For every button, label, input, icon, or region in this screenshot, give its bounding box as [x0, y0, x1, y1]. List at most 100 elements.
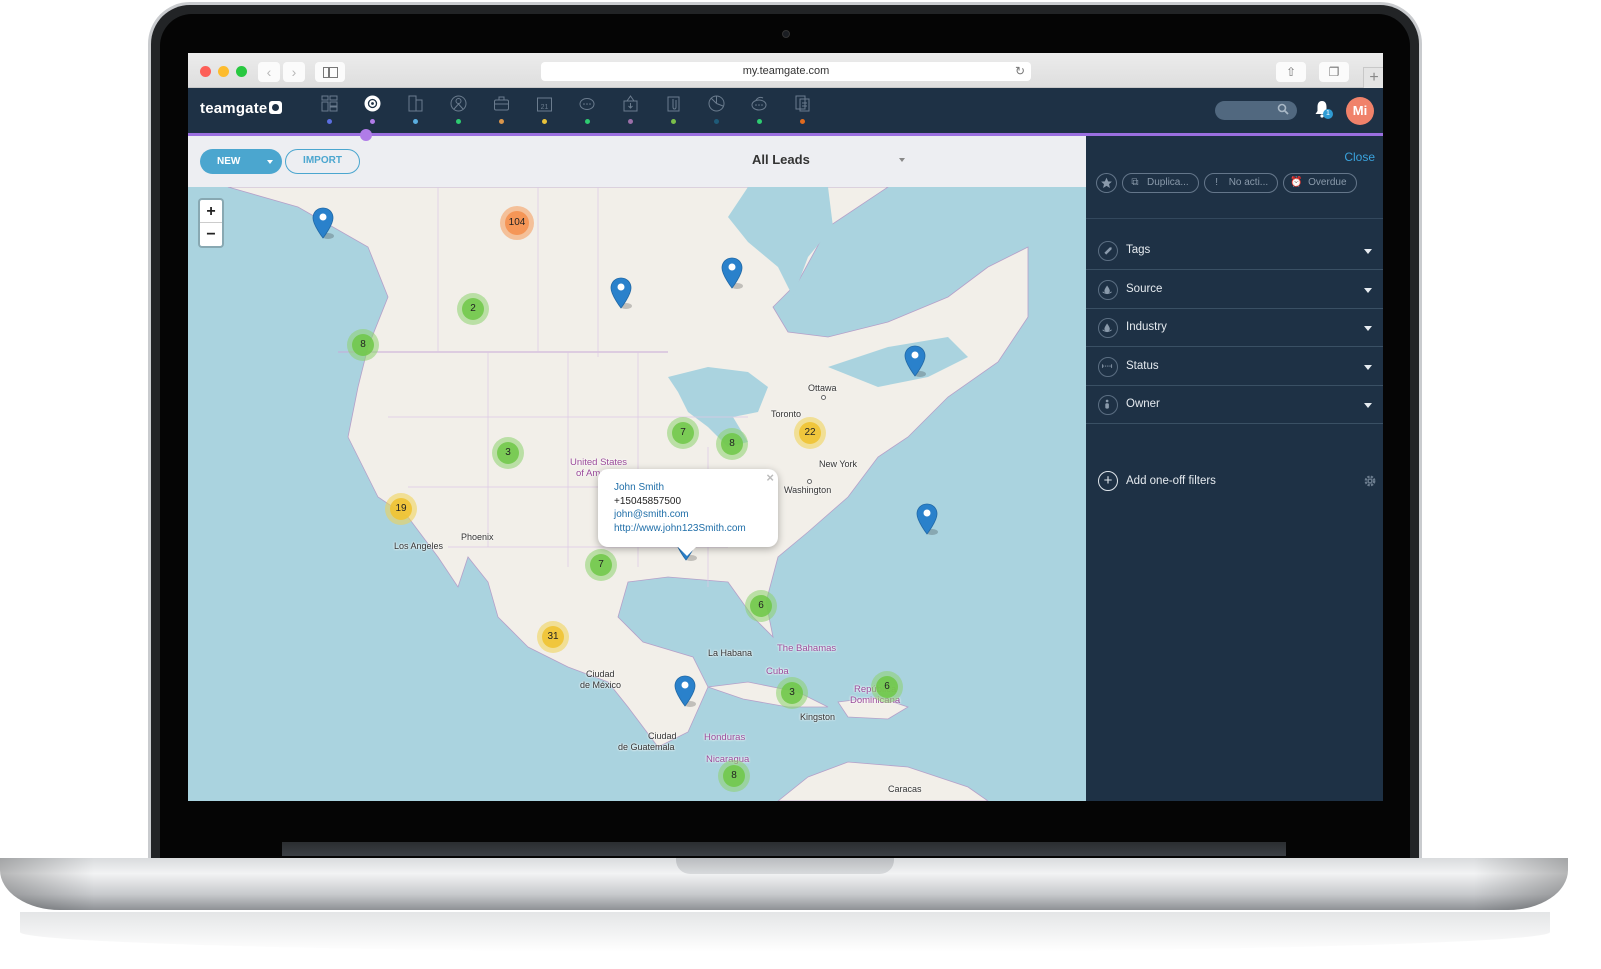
- browser-forward-button[interactable]: ›: [283, 62, 305, 82]
- marker-cluster[interactable]: 7: [585, 549, 617, 581]
- nav-item-dashboard[interactable]: [308, 92, 351, 132]
- chevron-down-icon[interactable]: [1364, 249, 1372, 254]
- nav-item-companies[interactable]: [394, 92, 437, 132]
- map-label-toronto: Toronto: [771, 409, 802, 419]
- map-pin-icon[interactable]: [904, 345, 926, 378]
- map-pin-icon[interactable]: [610, 277, 632, 310]
- window-zoom-button[interactable]: [236, 66, 247, 77]
- view-selector[interactable]: All Leads: [752, 152, 912, 172]
- nav-item-leads[interactable]: [351, 92, 394, 132]
- marker-cluster[interactable]: 8: [718, 760, 750, 792]
- nav-item-status-dot: [499, 119, 504, 124]
- marker-cluster[interactable]: 6: [871, 671, 903, 703]
- marker-cluster[interactable]: 6: [745, 590, 777, 622]
- import-button[interactable]: IMPORT: [285, 149, 360, 174]
- marker-cluster[interactable]: 7: [667, 417, 699, 449]
- nav-item-inbox[interactable]: [609, 92, 652, 132]
- filter-industry[interactable]: Industry: [1086, 309, 1383, 347]
- add-one-off-filters[interactable]: + Add one-off filters: [1086, 466, 1383, 496]
- no-activity-chip[interactable]: ! No acti...: [1203, 173, 1279, 193]
- zoom-in-button[interactable]: +: [200, 200, 222, 223]
- marker-cluster[interactable]: 22: [794, 417, 826, 449]
- popup-lead-name[interactable]: John Smith: [614, 481, 762, 495]
- filter-owner[interactable]: Owner: [1086, 386, 1383, 424]
- nav-item-documents[interactable]: [781, 92, 824, 132]
- quick-filter-chips: ⧉ Duplica... ! No acti... ⏰ Overdue: [1096, 173, 1357, 193]
- cluster-count: 8: [352, 334, 374, 356]
- chevron-right-icon: ›: [291, 64, 297, 80]
- nav-item-conversations[interactable]: [566, 92, 609, 132]
- nav-item-status-dot: [800, 119, 805, 124]
- droplet-icon: [1098, 318, 1118, 338]
- nav-item-status-dot: [413, 119, 418, 124]
- teamgate-logo[interactable]: teamgate: [200, 100, 283, 117]
- status-range-icon: [1098, 356, 1118, 377]
- popup-website[interactable]: http://www.john123Smith.com: [614, 522, 762, 536]
- marker-cluster[interactable]: 3: [492, 437, 524, 469]
- marker-cluster[interactable]: 8: [347, 329, 379, 361]
- filter-source[interactable]: Source: [1086, 271, 1383, 309]
- chevron-down-icon[interactable]: [1364, 364, 1372, 370]
- chip-label: Duplica...: [1147, 177, 1189, 188]
- nav-item-contacts[interactable]: [437, 92, 480, 132]
- chevron-down-icon[interactable]: [1364, 326, 1372, 331]
- cluster-count: 22: [799, 422, 821, 444]
- chevron-down-icon[interactable]: [267, 160, 273, 164]
- url-text: my.teamgate.com: [742, 65, 830, 77]
- popup-email[interactable]: john@smith.com: [614, 508, 762, 522]
- new-lead-button[interactable]: NEW: [200, 149, 282, 174]
- filter-status[interactable]: Status: [1086, 348, 1383, 386]
- nav-item-calendar[interactable]: 21: [523, 92, 566, 132]
- person-icon: [450, 95, 467, 112]
- close-icon[interactable]: ×: [766, 471, 774, 485]
- marker-cluster[interactable]: 31: [537, 621, 569, 653]
- filter-label: Industry: [1126, 321, 1167, 333]
- marker-cluster[interactable]: 8: [716, 428, 748, 460]
- nav-item-deals[interactable]: [480, 92, 523, 132]
- nav-item-status-dot: [628, 119, 633, 124]
- leads-map[interactable]: Ottawa Toronto New York Washington Unite…: [188, 187, 1086, 801]
- alarm-clock-icon: ⏰: [1290, 177, 1303, 188]
- close-panel-link[interactable]: Close: [1344, 150, 1375, 164]
- chevron-down-icon[interactable]: [1364, 403, 1372, 408]
- chat-icon: [579, 95, 596, 112]
- duplicate-icon: ⧉: [1131, 177, 1139, 188]
- global-search-input[interactable]: [1215, 101, 1297, 120]
- reload-icon[interactable]: ↻: [1015, 62, 1025, 81]
- new-button-label: NEW: [217, 156, 241, 167]
- nav-item-reports[interactable]: [695, 92, 738, 132]
- share-button[interactable]: ⇧: [1276, 62, 1306, 82]
- browser-back-button[interactable]: ‹: [258, 62, 280, 82]
- duplicates-chip[interactable]: ⧉ Duplica...: [1122, 173, 1199, 193]
- marker-cluster[interactable]: 104: [500, 206, 534, 240]
- popup-phone: +15045857500: [614, 495, 682, 507]
- chip-label: Overdue: [1308, 177, 1347, 188]
- map-pin-icon[interactable]: [721, 257, 743, 290]
- map-label-ciudad-mexico-2: de México: [580, 680, 622, 690]
- new-tab-button[interactable]: +: [1363, 67, 1383, 88]
- filter-tags[interactable]: Tags: [1086, 232, 1383, 270]
- browser-toolbar: ‹ › my.teamgate.com ↻ ⇧ ❐ +: [188, 53, 1383, 88]
- svg-text:21: 21: [541, 104, 549, 111]
- marker-cluster[interactable]: 3: [776, 677, 808, 709]
- map-pin-icon[interactable]: [916, 503, 938, 536]
- marker-cluster[interactable]: 19: [385, 493, 417, 525]
- window-close-button[interactable]: [200, 66, 211, 77]
- show-tabs-button[interactable]: ❐: [1319, 62, 1349, 82]
- gear-icon[interactable]: [1363, 474, 1377, 488]
- address-bar[interactable]: my.teamgate.com ↻: [541, 62, 1031, 81]
- nav-item-messages[interactable]: [738, 92, 781, 132]
- chevron-down-icon[interactable]: [1364, 287, 1372, 293]
- window-minimize-button[interactable]: [218, 66, 229, 77]
- zoom-out-button[interactable]: −: [200, 223, 222, 246]
- nav-item-status-dot: [714, 119, 719, 124]
- map-pin-icon[interactable]: [312, 207, 334, 240]
- user-avatar[interactable]: Mi: [1346, 97, 1374, 125]
- favorites-chip[interactable]: [1096, 173, 1117, 193]
- nav-item-files[interactable]: [652, 92, 695, 132]
- briefcase-icon: [493, 95, 510, 112]
- sidebar-toggle-button[interactable]: [315, 62, 345, 82]
- overdue-chip[interactable]: ⏰ Overdue: [1283, 173, 1357, 193]
- map-pin-icon[interactable]: [674, 675, 696, 708]
- marker-cluster[interactable]: 2: [457, 293, 489, 325]
